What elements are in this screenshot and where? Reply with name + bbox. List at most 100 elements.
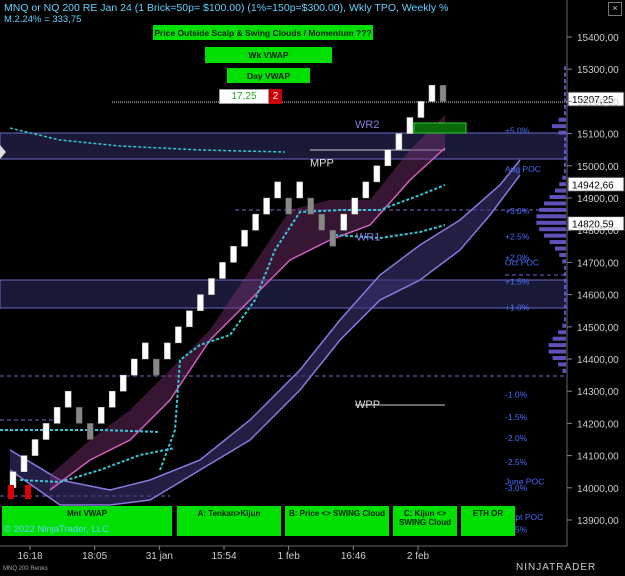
renko-brick [75,407,83,424]
volume-profile-bar [564,72,566,77]
price-tag-label: 14942,66 [572,180,614,191]
time-tick-label: 31 jan [146,551,173,562]
volume-profile-bar [559,182,566,187]
renko-brick [53,407,61,424]
volume-profile-bar [558,330,566,335]
renko-brick [285,197,292,215]
volume-profile-bar [562,323,566,328]
renko-brick [417,101,425,118]
renko-brick [439,85,447,102]
volume-profile-bar [562,368,566,373]
renko-brick [428,85,436,102]
instrument-footer: MNQ 200 Renko [3,566,48,572]
time-tick-label: 16:18 [17,551,42,562]
volume-profile-bar [552,336,566,341]
percent-label: -3.0% [505,483,528,493]
volume-profile-bar [558,362,566,367]
renko-brick [142,342,149,360]
volume-profile-bar [564,111,566,116]
percent-label: Aug POC [505,164,541,174]
volume-profile-bar [536,220,566,225]
volume-profile-bar [551,124,566,129]
price-tick-label: 15100,00 [577,130,619,141]
renko-brick [164,342,171,360]
wk-vwap-button[interactable]: Wk VWAP [205,47,332,63]
volume-profile-bar [536,214,566,219]
band-lower [0,279,568,309]
subtitle-b: = 333,75 [44,14,82,25]
volume-profile-bar [564,278,566,283]
renko-brick [108,390,116,408]
time-tick-label: 2 feb [407,551,430,562]
volume-profile-bar [564,79,566,84]
renko-brick [175,326,182,344]
volume-profile-bar [539,227,566,232]
price-tick-label: 15400,00 [577,33,619,44]
renko-brick [219,262,226,279]
price-swing-cloud-button[interactable]: B: Price <> SWING Cloud [285,506,389,536]
order-price-box[interactable]: 17,25 [219,89,269,104]
percent-label: -2.0% [505,433,528,443]
price-tick-label: 14700,00 [577,258,619,269]
renko-brick [351,197,359,215]
order-count-badge[interactable]: 2 [269,89,282,104]
kijun-swing-cloud-button[interactable]: C: Kijun <> SWING Cloud [393,506,457,536]
renko-brick [340,213,348,231]
day-vwap-button[interactable]: Day VWAP [227,68,310,83]
price-tick-label: 14900,00 [577,194,619,205]
volume-profile-bar [564,298,566,303]
chart-subtitle: M.2.24% = 333,75 [4,14,81,25]
renko-brick [208,278,215,295]
volume-profile-bar [558,130,566,135]
volume-profile-bar [558,117,566,122]
volume-profile-bar [564,143,566,148]
renko-brick [252,213,259,231]
percent-label: +5.0% [505,125,530,135]
price-tick-label: 14100,00 [577,452,619,463]
momentum-button[interactable]: Price Outside Scalp & Swing Clouds / Mom… [153,25,373,40]
price-tick-label: 14200,00 [577,419,619,430]
time-tick-label: 18:05 [82,551,107,562]
volume-profile-bar [552,356,566,360]
chart-title: MNQ or NQ 200 RE Jan 24 (1 Brick=50p= $1… [4,2,449,14]
level-label: WR1 [356,232,380,244]
volume-profile-bar [559,252,566,257]
renko-brick [395,133,403,150]
tenkan-kijun-button[interactable]: A: Tenkan>Kijun [177,506,281,536]
renko-brick [64,390,72,408]
renko-brick [406,117,414,134]
volume-profile-bar [564,285,566,290]
renko-chart[interactable]: 15207,2514942,6614820,59 15400,0015300,0… [0,0,625,576]
percent-label: -1.5% [505,412,528,422]
eth-or-button[interactable]: ETH OR [461,506,515,536]
volume-profile-bar [564,149,566,154]
renko-brick [296,181,303,199]
percent-label: Oct POC [505,257,539,267]
volume-profile-bar [564,291,566,296]
renko-brick [318,213,325,231]
renko-brick [373,165,381,183]
volume-profile-bar [549,195,566,199]
renko-brick [131,358,138,376]
price-tick-label: 13900,00 [577,516,619,527]
volume-profile-bar [562,259,566,264]
volume-profile-bar [564,304,566,309]
price-tick-label: 14800,00 [577,226,619,237]
percent-label: +3.0% [505,206,530,216]
price-tick-label: 15300,00 [577,65,619,76]
price-tick-label: 14000,00 [577,484,619,495]
volume-profile-bar [564,272,566,277]
level-label: WPP [355,399,380,411]
percent-label: +1.0% [505,302,530,312]
close-icon[interactable]: × [608,2,622,16]
time-tick-label: 15:54 [211,551,236,562]
price-tick-label: 14400,00 [577,355,619,366]
volume-profile-bar [549,240,566,245]
volume-profile-bar [564,265,566,270]
renko-brick [153,358,160,376]
time-tick-label: 1 feb [278,551,301,562]
price-tick-label: 15200,00 [577,97,619,108]
volume-profile-bar [562,175,566,180]
renko-brick [86,423,94,440]
volume-profile-bar [539,207,566,212]
